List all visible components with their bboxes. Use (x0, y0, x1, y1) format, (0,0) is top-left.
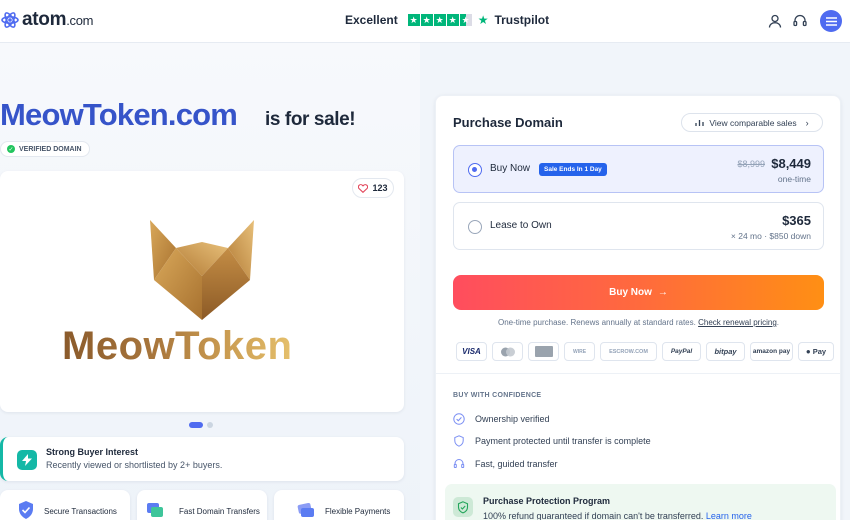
check-icon: ✓ (7, 145, 15, 153)
star-icon: ★ (407, 14, 420, 26)
amazon-pay-icon: amazon pay (750, 342, 793, 361)
user-icon[interactable] (767, 13, 783, 29)
confidence-item: Fast, guided transfer (453, 458, 558, 470)
payment-methods: VISA WIRE ESCROW.COM PayPal bitpay amazo… (456, 342, 834, 361)
sale-ends-badge: Sale Ends In 1 Day (539, 163, 607, 176)
old-price: $8,999 (737, 159, 765, 169)
option-price: $365 (782, 213, 811, 228)
feature-label: Fast Domain Transfers (179, 507, 260, 516)
arrow-right-icon: → (657, 287, 668, 298)
buy-now-label: Buy Now (609, 287, 652, 298)
renewal-note: One-time purchase. Renews annually at st… (453, 318, 824, 327)
mastercard-icon (492, 342, 523, 361)
buy-now-button[interactable]: Buy Now → (453, 275, 824, 310)
bar-chart-icon (695, 119, 705, 126)
heart-icon (358, 183, 369, 193)
verified-domain-badge: ✓ VERIFIED DOMAIN (0, 141, 90, 157)
half-star-icon: ★ (459, 14, 472, 26)
confidence-text: Ownership verified (475, 414, 550, 424)
price-note: one-time (777, 174, 811, 184)
option-buy-now[interactable]: Buy Now Sale Ends In 1 Day $8,999 $8,449… (453, 145, 824, 193)
apple-pay-icon: ● Pay (798, 342, 834, 361)
shield-icon (454, 435, 464, 447)
feature-fast-transfers: Fast Domain Transfers (137, 490, 267, 520)
option-label: Buy Now (490, 163, 531, 174)
transfer-icon (147, 503, 163, 517)
amex-icon (528, 342, 559, 361)
feature-label: Secure Transactions (44, 507, 117, 516)
headset-icon[interactable] (792, 13, 808, 29)
trustpilot-rating[interactable]: Excellent ★ ★ ★ ★ ★ ★ Trustpilot (345, 13, 549, 27)
for-sale-label: is for sale! (265, 109, 356, 130)
confidence-item: Ownership verified (453, 413, 550, 425)
renewal-text: One-time purchase. Renews annually at st… (497, 318, 696, 327)
protection-text: 100% refund guaranteed if domain can't b… (483, 511, 752, 520)
interest-subtitle: Recently viewed or shortlisted by 2+ buy… (46, 460, 223, 470)
purchase-title: Purchase Domain (453, 115, 563, 130)
like-button[interactable]: 123 (352, 178, 394, 198)
atom-logo[interactable]: atom.com (0, 9, 93, 31)
price-note: × 24 mo · $850 down (730, 231, 811, 241)
check-circle-icon (453, 413, 465, 425)
chevron-right-icon: › (805, 117, 809, 128)
star-icon: ★ (433, 14, 446, 26)
confidence-heading: BUY WITH CONFIDENCE (453, 392, 542, 399)
paypal-icon: PayPal (662, 342, 701, 361)
bitpay-icon: bitpay (706, 342, 745, 361)
hamburger-icon (825, 16, 837, 26)
feature-secure-transactions: Secure Transactions (0, 490, 130, 520)
logo-text: atom.com (22, 9, 94, 30)
rating-stars: ★ ★ ★ ★ ★ (407, 14, 472, 26)
visa-icon: VISA (456, 342, 487, 361)
comparable-sales-label: View comparable sales (709, 117, 797, 128)
confidence-text: Fast, guided transfer (475, 459, 558, 469)
learn-more-link[interactable]: Learn more (706, 511, 752, 520)
lightning-icon (17, 450, 37, 470)
interest-title: Strong Buyer Interest (46, 447, 139, 457)
protection-description: 100% refund guaranteed if domain can't b… (483, 511, 704, 520)
option-price: $8,449 (771, 156, 811, 171)
radio-lease-to-own[interactable] (468, 220, 482, 234)
rating-source: Trustpilot (494, 13, 550, 27)
buyer-interest-card: Strong Buyer Interest Recently viewed or… (0, 437, 404, 481)
headset-icon (453, 459, 465, 469)
option-lease-to-own[interactable]: Lease to Own $365 × 24 mo · $850 down (453, 202, 824, 250)
confidence-text: Payment protected until transfer is comp… (475, 436, 651, 446)
menu-button[interactable] (820, 10, 842, 32)
feature-flexible-payments: Flexible Payments (274, 490, 404, 520)
verified-label: VERIFIED DOMAIN (19, 145, 82, 153)
brand-wordmark: MeowToken (62, 324, 293, 368)
star-icon: ★ (446, 14, 459, 26)
domain-title: MeowToken.com (0, 97, 238, 132)
protection-title: Purchase Protection Program (483, 496, 611, 506)
trustpilot-star-icon: ★ (477, 13, 489, 27)
like-count: 123 (372, 183, 388, 193)
star-icon: ★ (420, 14, 433, 26)
carousel-dot-active[interactable] (189, 422, 203, 428)
option-label: Lease to Own (490, 220, 552, 231)
cards-icon (297, 503, 314, 517)
feature-label: Flexible Payments (325, 507, 391, 516)
comparable-sales-button[interactable]: View comparable sales › (681, 113, 823, 132)
shield-check-icon (19, 501, 33, 519)
renewal-pricing-link[interactable]: Check renewal pricing (698, 318, 777, 327)
apple-pay-label: Pay (812, 347, 827, 356)
wire-icon: WIRE (564, 342, 595, 361)
radio-buy-now[interactable] (468, 163, 482, 177)
carousel-dots (189, 422, 213, 428)
rating-label: Excellent (345, 13, 398, 27)
shield-check-icon (453, 497, 473, 517)
panel-divider (436, 373, 840, 374)
escrow-icon: ESCROW.COM (600, 342, 657, 361)
carousel-dot[interactable] (207, 422, 213, 428)
renewal-period: . (776, 318, 780, 327)
fox-logo-icon (150, 220, 254, 320)
atom-logo-icon (1, 12, 19, 28)
top-bar: atom.com Excellent ★ ★ ★ ★ ★ ★ Trustpilo… (0, 0, 850, 43)
confidence-item: Payment protected until transfer is comp… (453, 435, 651, 447)
